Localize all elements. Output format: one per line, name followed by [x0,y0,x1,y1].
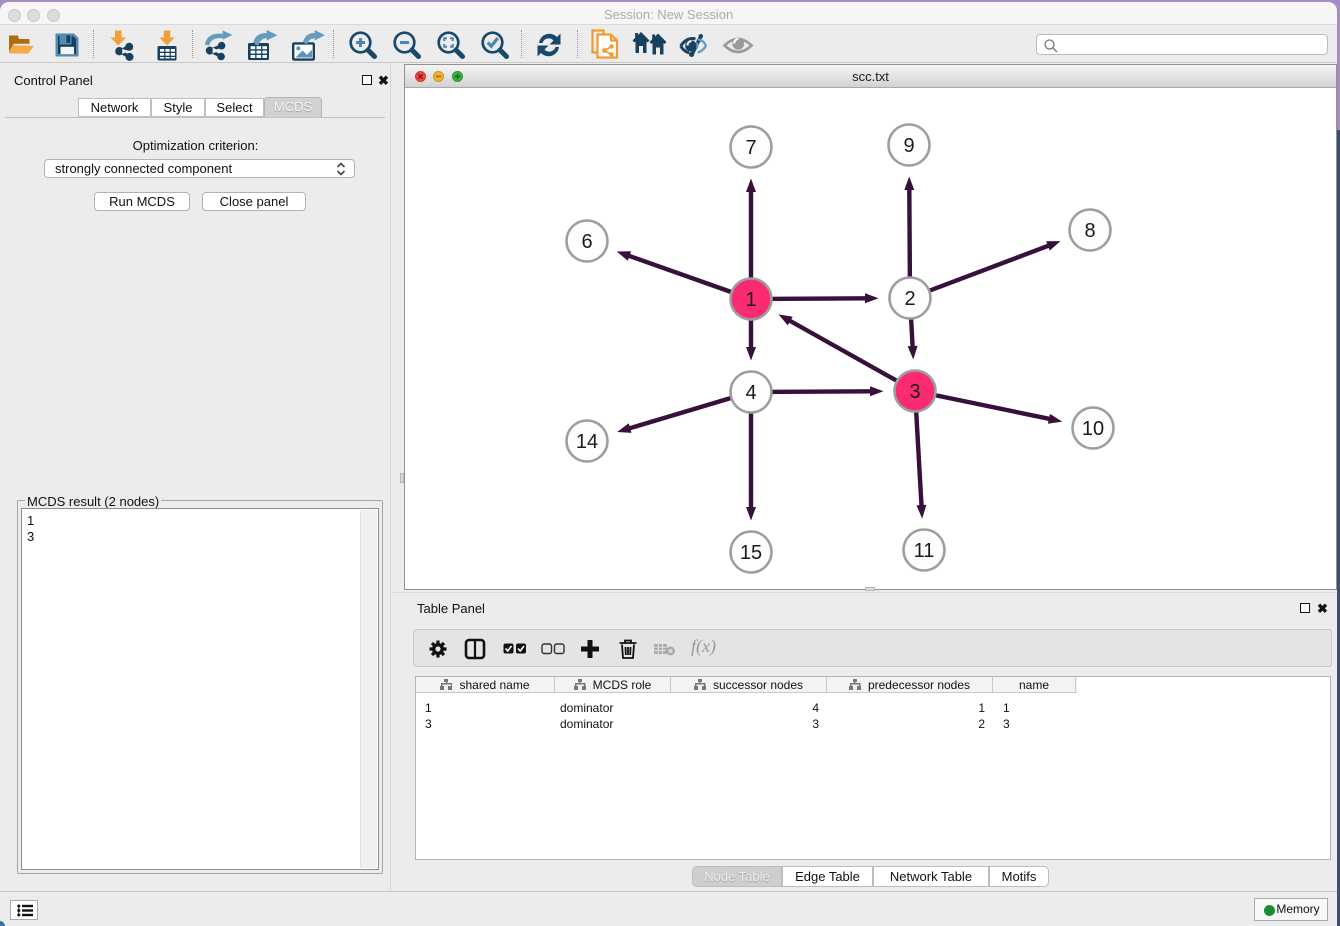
svg-text:15: 15 [740,542,762,564]
svg-text:6: 6 [581,231,592,253]
svg-text:1: 1 [745,289,756,311]
svg-text:3: 3 [909,381,920,403]
svg-text:14: 14 [576,431,598,453]
svg-text:4: 4 [745,382,756,404]
svg-text:9: 9 [903,135,914,157]
svg-text:11: 11 [914,540,935,562]
svg-text:8: 8 [1084,220,1095,242]
svg-text:10: 10 [1082,418,1104,440]
svg-text:2: 2 [904,288,915,310]
svg-text:7: 7 [745,137,756,159]
